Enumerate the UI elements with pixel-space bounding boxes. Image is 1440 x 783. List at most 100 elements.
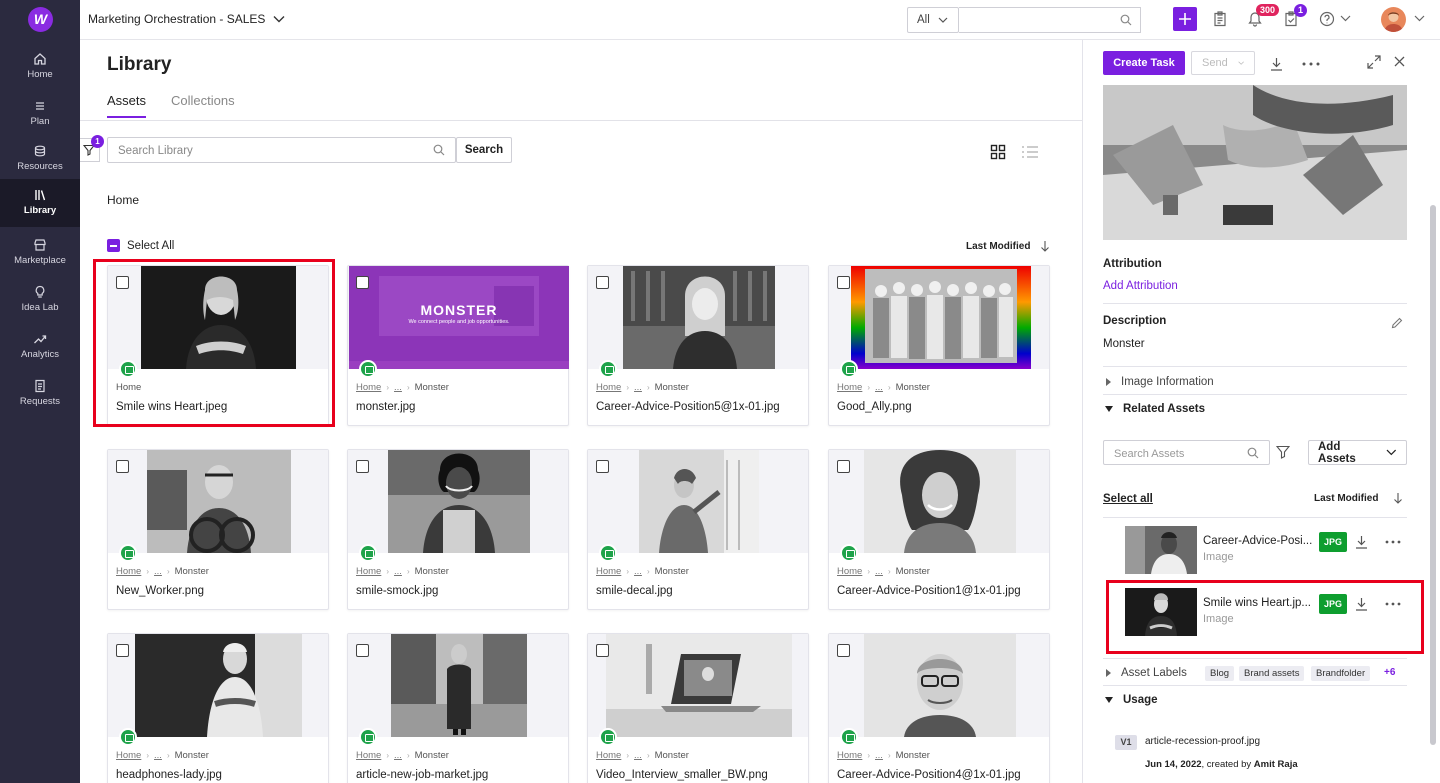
sort-arrow-icon[interactable] [1040, 240, 1050, 252]
nav-home[interactable]: Home [0, 46, 80, 92]
asset-checkbox[interactable] [596, 276, 609, 289]
crumb-ellipsis[interactable]: ... [875, 750, 883, 761]
tab-assets[interactable]: Assets [107, 93, 147, 118]
global-search-input[interactable] [959, 7, 1141, 33]
crumb-folder[interactable]: Monster [896, 382, 930, 393]
asset-card[interactable]: Home › ... › Monster headphones-lady.jpg [107, 633, 329, 783]
search-scope-select[interactable]: All [907, 7, 959, 33]
crumb-ellipsis[interactable]: ... [634, 750, 642, 761]
asset-card[interactable]: Home › ... › Monster Career-Advice-Positio… [828, 449, 1050, 610]
add-attribution-link[interactable]: Add Attribution [1103, 280, 1178, 292]
crumb-home[interactable]: Home [837, 382, 862, 393]
crumb-folder[interactable]: Monster [896, 566, 930, 577]
nav-resources[interactable]: Resources [0, 138, 80, 184]
asset-card[interactable]: Home Smile wins Heart.jpeg [107, 265, 329, 426]
clipboard-icon[interactable] [1213, 11, 1227, 27]
filter-icon[interactable] [1276, 445, 1290, 459]
create-task-button[interactable]: Create Task [1103, 51, 1185, 75]
crumb-home[interactable]: Home [116, 566, 141, 577]
asset-checkbox[interactable] [837, 276, 850, 289]
expand-icon[interactable] [1367, 55, 1381, 69]
crumb-ellipsis[interactable]: ... [154, 750, 162, 761]
asset-checkbox[interactable] [356, 276, 369, 289]
sort-label[interactable]: Last Modified [966, 241, 1030, 252]
asset-card[interactable]: Home › ... › Monster smile-smock.jpg [347, 449, 569, 610]
more-icon[interactable] [1302, 62, 1320, 66]
crumb-home[interactable]: Home [596, 566, 621, 577]
related-asset-row[interactable]: Career-Advice-Posi... Image JPG [1103, 517, 1407, 577]
edit-icon[interactable] [1391, 317, 1403, 329]
asset-checkbox[interactable] [596, 460, 609, 473]
crumb-folder[interactable]: Monster [655, 382, 689, 393]
crumb-home[interactable]: Home [116, 750, 141, 761]
nav-requests[interactable]: Requests [0, 373, 80, 419]
breadcrumb[interactable]: Home [107, 193, 139, 207]
crumb-home[interactable]: Home [837, 750, 862, 761]
crumb-home[interactable]: Home [596, 382, 621, 393]
help-icon[interactable] [1319, 11, 1335, 27]
crumb-folder[interactable]: Monster [415, 750, 449, 761]
asset-checkbox[interactable] [356, 644, 369, 657]
close-icon[interactable] [1394, 56, 1405, 67]
sort-arrow-icon[interactable] [1393, 492, 1403, 504]
asset-checkbox[interactable] [116, 644, 129, 657]
label-tag[interactable]: Blog [1205, 666, 1235, 681]
related-asset-row[interactable]: Smile wins Heart.jp... Image JPG [1103, 579, 1407, 639]
asset-card[interactable]: Home › ... › Monster smile-decal.jpg [587, 449, 809, 610]
add-assets-button[interactable]: Add Assets [1308, 440, 1407, 465]
usage-file-link[interactable]: article-recession-proof.jpg [1145, 736, 1260, 747]
crumb-folder[interactable]: Monster [655, 566, 689, 577]
chevron-down-icon[interactable] [1414, 15, 1425, 22]
asset-card[interactable]: Home › ... › Monster Career-Advice-Positio… [828, 633, 1050, 783]
tab-collections[interactable]: Collections [171, 93, 235, 108]
asset-checkbox[interactable] [116, 460, 129, 473]
search-button[interactable]: Search [456, 137, 512, 163]
crumb-ellipsis[interactable]: ... [154, 566, 162, 577]
usage-toggle[interactable]: Usage [1105, 694, 1158, 706]
app-logo[interactable]: W [28, 7, 53, 32]
asset-checkbox[interactable] [356, 460, 369, 473]
crumb-ellipsis[interactable]: ... [394, 750, 402, 761]
nav-idea-lab[interactable]: Idea Lab [0, 279, 80, 325]
crumb-home[interactable]: Home [837, 566, 862, 577]
crumb-folder[interactable]: Monster [175, 750, 209, 761]
search-assets-input[interactable]: Search Assets [1103, 440, 1270, 465]
related-select-all[interactable]: Select all [1103, 493, 1153, 505]
crumb-folder[interactable]: Monster [175, 566, 209, 577]
chevron-down-icon[interactable] [1340, 15, 1351, 22]
asset-checkbox[interactable] [837, 644, 850, 657]
download-icon[interactable] [1355, 535, 1368, 549]
asset-card[interactable]: Home › ... › Monster Good_Ally.png [828, 265, 1050, 426]
send-button[interactable]: Send [1191, 51, 1255, 75]
crumb-ellipsis[interactable]: ... [875, 566, 883, 577]
nav-marketplace[interactable]: Marketplace [0, 232, 80, 278]
more-icon[interactable] [1385, 540, 1401, 544]
label-tag[interactable]: Brand assets [1239, 666, 1305, 681]
crumb-ellipsis[interactable]: ... [394, 382, 402, 393]
nav-analytics[interactable]: Analytics [0, 326, 80, 372]
crumb-ellipsis[interactable]: ... [875, 382, 883, 393]
related-assets-toggle[interactable]: Related Assets [1105, 403, 1205, 415]
asset-checkbox[interactable] [837, 460, 850, 473]
more-labels-count[interactable]: +6 [1384, 667, 1395, 678]
crumb-folder[interactable]: Monster [415, 382, 449, 393]
grid-view-icon[interactable] [990, 144, 1006, 160]
asset-card[interactable]: MONSTER We connect people and job opport… [347, 265, 569, 426]
label-tag[interactable]: Brandfolder [1311, 666, 1371, 681]
crumb-folder[interactable]: Monster [655, 750, 689, 761]
asset-checkbox[interactable] [596, 644, 609, 657]
crumb-ellipsis[interactable]: ... [634, 382, 642, 393]
select-all-checkbox[interactable]: Select All [107, 239, 174, 252]
nav-plan[interactable]: Plan [0, 93, 80, 139]
library-search-input[interactable]: Search Library [107, 137, 456, 163]
create-new-button[interactable] [1173, 7, 1197, 31]
asset-card[interactable]: Home › ... › Monster Career-Advice-Positio… [587, 265, 809, 426]
crumb-home[interactable]: Home [356, 750, 381, 761]
panel-scrollbar[interactable] [1430, 205, 1436, 745]
download-icon[interactable] [1270, 57, 1283, 71]
asset-card[interactable]: Home › ... › Monster Video_Interview_small… [587, 633, 809, 783]
nav-library[interactable]: Library [0, 179, 80, 227]
asset-card[interactable]: Home › ... › Monster article-new-job-marke… [347, 633, 569, 783]
asset-labels-toggle[interactable]: Asset Labels [1105, 667, 1187, 679]
crumb-ellipsis[interactable]: ... [394, 566, 402, 577]
